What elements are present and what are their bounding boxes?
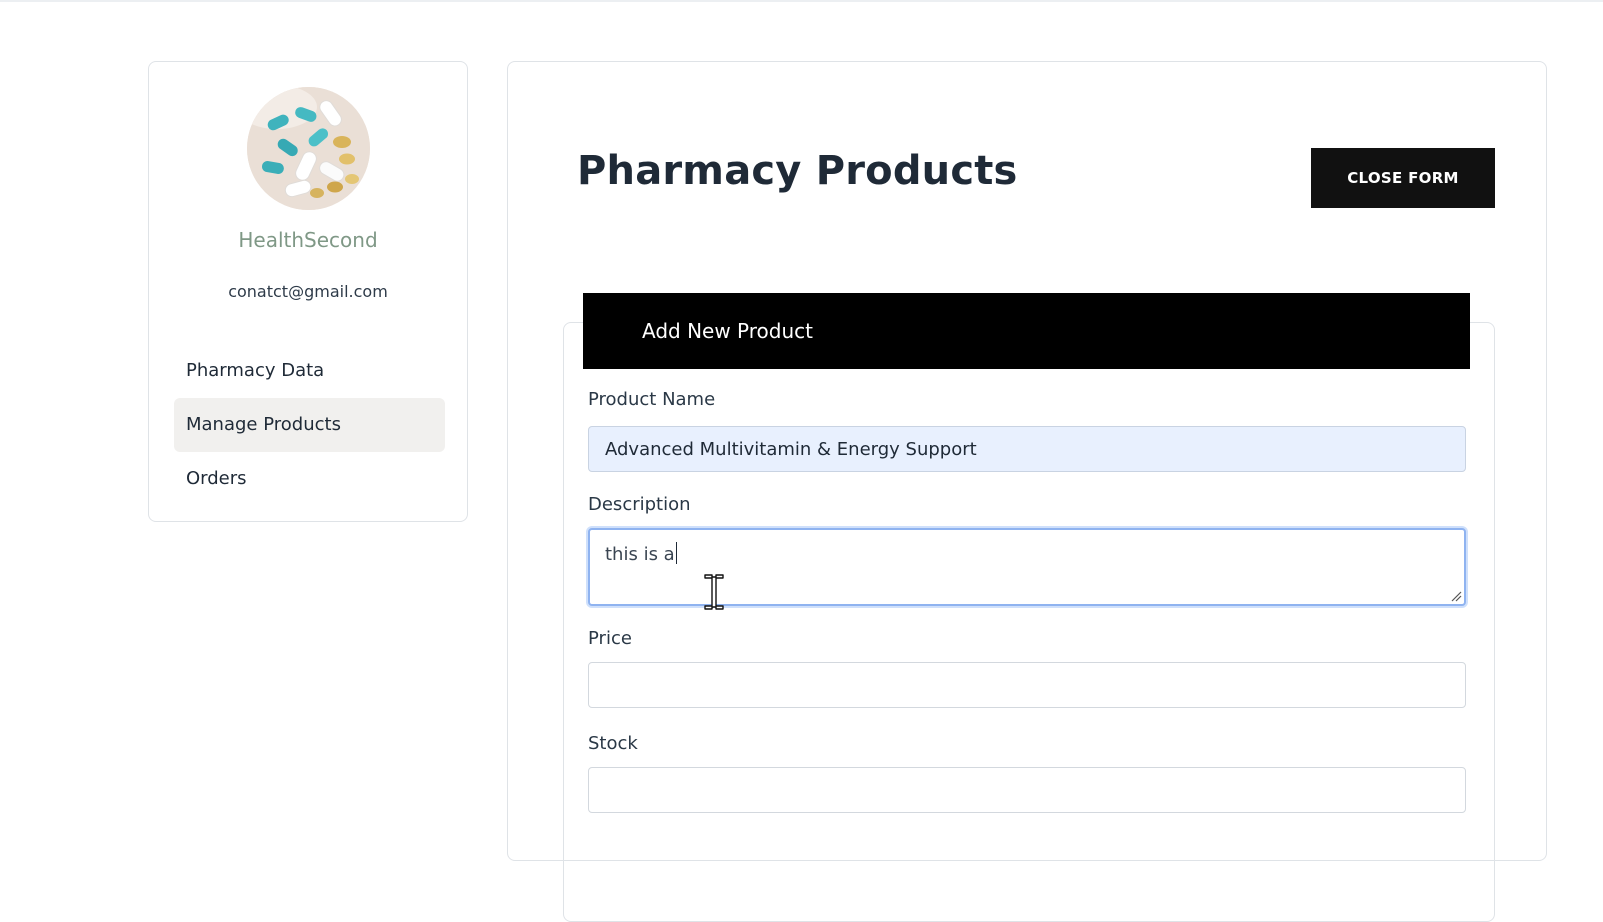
text-caret <box>675 542 677 564</box>
store-name: HealthSecond <box>238 228 378 252</box>
store-email: conatct@gmail.com <box>228 282 388 301</box>
avatar <box>247 87 370 210</box>
pills-photo <box>247 87 370 210</box>
main-card: Pharmacy Products CLOSE FORM Add New Pro… <box>507 61 1547 922</box>
stock-label: Stock <box>588 733 638 754</box>
form-header: Add New Product <box>583 293 1470 369</box>
stock-input[interactable] <box>588 767 1466 813</box>
resize-handle-icon[interactable] <box>1450 590 1462 602</box>
i-beam-cursor-icon <box>704 574 724 610</box>
product-name-input[interactable] <box>588 426 1466 472</box>
description-label: Description <box>588 494 691 515</box>
sidebar-item-orders[interactable]: Orders <box>174 452 445 506</box>
sidebar-nav: Pharmacy Data Manage Products Orders <box>174 344 445 506</box>
add-product-form <box>563 322 1495 922</box>
top-divider <box>0 0 1603 2</box>
price-label: Price <box>588 628 632 649</box>
product-name-label: Product Name <box>588 389 716 410</box>
page-title: Pharmacy Products <box>577 148 1018 194</box>
sidebar-item-pharmacy-data[interactable]: Pharmacy Data <box>174 344 445 398</box>
sidebar-item-manage-products[interactable]: Manage Products <box>174 398 445 452</box>
close-form-button[interactable]: CLOSE FORM <box>1311 148 1495 208</box>
price-input[interactable] <box>588 662 1466 708</box>
sidebar-card: HealthSecond conatct@gmail.com Pharmacy … <box>148 61 468 522</box>
description-text: this is a <box>605 544 675 565</box>
